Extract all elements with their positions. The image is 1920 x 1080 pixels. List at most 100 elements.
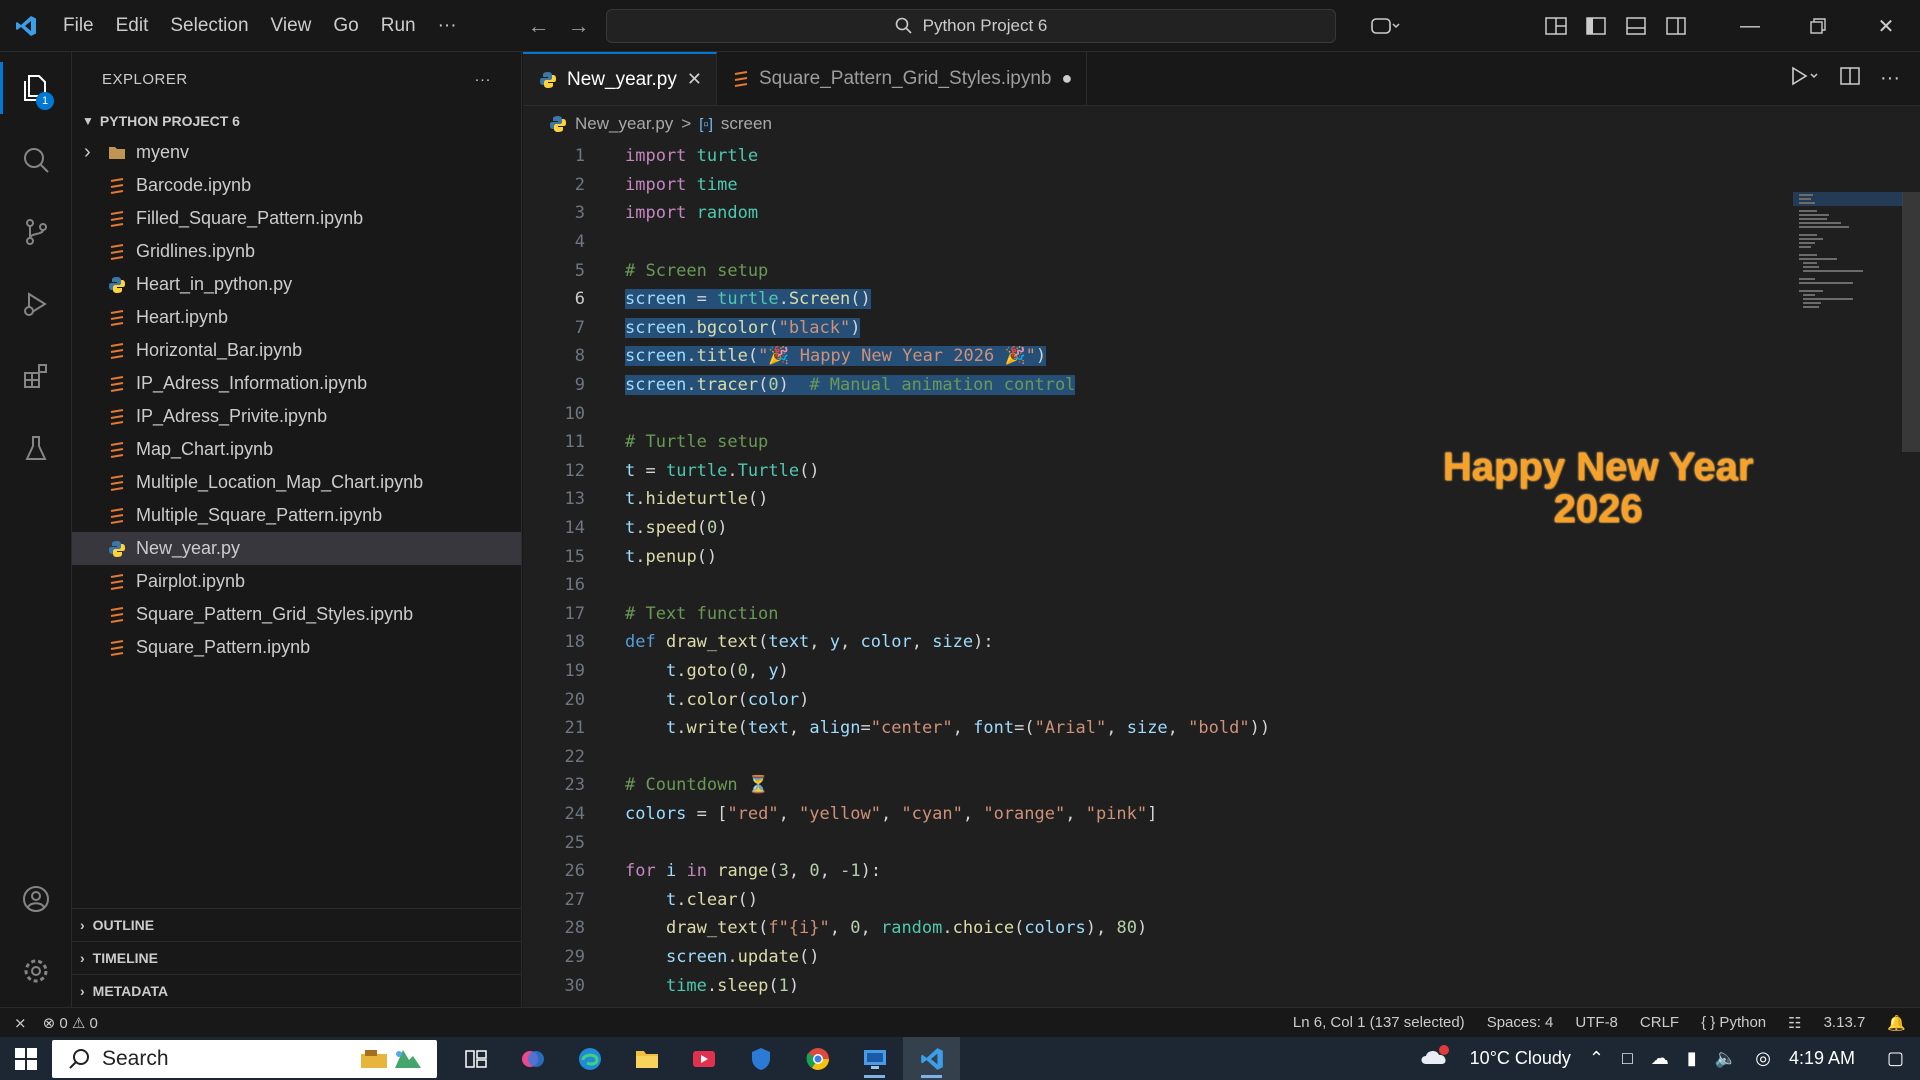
tree-file[interactable]: Filled_Square_Pattern.ipynb [72,202,521,235]
menu-go[interactable]: Go [322,15,369,37]
clock-time[interactable]: 4:19 AM [1789,1048,1855,1069]
code-token: . [635,546,646,567]
explorer-more-button[interactable]: ··· [475,71,492,88]
python-version[interactable]: 3.13.7 [1824,1014,1866,1031]
chevron-up-icon[interactable]: ⌃ [1589,1048,1604,1069]
network-icon[interactable]: ◎ [1755,1048,1771,1069]
code-editor[interactable]: 1 import turtle 2 import time 3 import random… [523,142,1893,1000]
menu-more[interactable]: ··· [427,15,468,37]
battery-icon[interactable]: ▮ [1687,1048,1697,1069]
start-button[interactable] [0,1037,52,1080]
code-token: "yellow" [799,803,881,824]
timeline-section[interactable]: › TIMELINE [72,941,521,974]
code-line: 17 # Text function [523,600,1893,629]
code-token: # Countdown ⏳ [625,775,769,796]
toggle-sidebar-icon[interactable] [1576,17,1616,35]
tree-file[interactable]: Multiple_Square_Pattern.ipynb [72,499,521,532]
close-icon[interactable]: ✕ [687,69,702,90]
toggle-panel-icon[interactable] [1616,17,1656,35]
copilot-app-icon[interactable] [504,1037,561,1080]
breadcrumb-file[interactable]: New_year.py [575,114,673,134]
menu-edit[interactable]: Edit [105,15,160,37]
menu-view[interactable]: View [260,15,323,37]
manage-activity[interactable] [0,935,72,1007]
weather-text[interactable]: 10°C Cloudy [1470,1048,1571,1069]
forward-arrow-icon[interactable]: → [568,13,590,39]
remote-indicator[interactable]: ⨯ [14,1014,27,1032]
run-debug-activity[interactable] [0,268,72,340]
tree-file[interactable]: IP_Adress_Information.ipynb [72,367,521,400]
menu-file[interactable]: File [52,15,105,37]
source-control-activity[interactable] [0,196,72,268]
python-environment-icon[interactable]: ☷ [1788,1014,1801,1032]
tree-file[interactable]: IP_Adress_Privite.ipynb [72,400,521,433]
code-token: import [625,203,687,224]
run-python-file-icon[interactable] [1790,66,1820,91]
breadcrumb-symbol[interactable]: screen [721,114,772,134]
restore-button[interactable] [1784,0,1852,52]
close-window-button[interactable]: ✕ [1852,0,1920,52]
tree-file[interactable]: New_year.py [72,532,521,565]
project-folder-header[interactable]: ▼ PYTHON PROJECT 6 [72,106,521,136]
command-center-search[interactable]: Python Project 6 [606,9,1336,43]
code-token: , [880,803,902,824]
outline-section[interactable]: › OUTLINE [72,908,521,941]
tab-new-year-py[interactable]: New_year.py ✕ [523,52,717,105]
minimap[interactable] [1793,192,1903,332]
encoding[interactable]: UTF-8 [1575,1014,1618,1031]
metadata-section[interactable]: › METADATA [72,974,521,1007]
end-of-line[interactable]: CRLF [1640,1014,1679,1031]
accounts-activity[interactable] [0,863,72,935]
tree-file[interactable]: Square_Pattern.ipynb [72,631,521,664]
tree-file[interactable]: Map_Chart.ipynb [72,433,521,466]
notification-center-icon[interactable]: ▢ [1887,1048,1904,1069]
vscode-taskbar-icon[interactable] [903,1037,960,1080]
explorer-activity[interactable]: 1 [0,52,72,124]
code-token: . [686,346,697,367]
testing-activity[interactable] [0,412,72,484]
language-mode[interactable]: { } Python [1701,1014,1766,1031]
indentation[interactable]: Spaces: 4 [1487,1014,1554,1031]
menu-selection[interactable]: Selection [159,15,259,37]
back-arrow-icon[interactable]: ← [528,13,550,39]
more-actions-icon[interactable]: ··· [1880,67,1900,90]
weather-cloud-icon[interactable] [1418,1044,1452,1073]
extensions-activity[interactable] [0,340,72,412]
toggle-secondary-sidebar-icon[interactable] [1656,17,1696,35]
menu-run[interactable]: Run [370,15,427,37]
onedrive-cloud-icon[interactable]: ☁ [1651,1048,1669,1069]
minimize-button[interactable]: — [1716,0,1784,52]
tree-file[interactable]: Heart.ipynb [72,301,521,334]
file-explorer-icon[interactable] [618,1037,675,1080]
tree-file[interactable]: Barcode.ipynb [72,169,521,202]
tree-file[interactable]: Square_Pattern_Grid_Styles.ipynb [72,598,521,631]
task-view-icon[interactable] [447,1037,504,1080]
customize-layout-icon[interactable] [1536,17,1576,35]
media-player-icon[interactable] [675,1037,732,1080]
code-text: t.write(text, align="center", font=("Ari… [625,718,1270,738]
cursor-position[interactable]: Ln 6, Col 1 (137 selected) [1293,1014,1465,1031]
split-editor-icon[interactable] [1840,67,1860,90]
copilot-icon[interactable] [1356,16,1416,36]
taskbar-search[interactable]: Search [52,1039,437,1078]
search-activity[interactable] [0,124,72,196]
tree-folder[interactable]: › myenv [72,136,521,169]
edge-browser-icon[interactable] [561,1037,618,1080]
tree-file[interactable]: Gridlines.ipynb [72,235,521,268]
notifications-bell-icon[interactable]: 🔔 [1887,1014,1906,1032]
chrome-browser-icon[interactable] [789,1037,846,1080]
tree-file[interactable]: Heart_in_python.py [72,268,521,301]
remote-desktop-icon[interactable] [846,1037,903,1080]
tree-file[interactable]: Multiple_Location_Map_Chart.ipynb [72,466,521,499]
problems-indicator[interactable]: ⊗ 0 ⚠ 0 [43,1014,98,1032]
volume-icon[interactable]: 🔈 [1715,1048,1737,1069]
tray-app-icon[interactable]: □ [1622,1048,1633,1069]
vertical-scrollbar[interactable] [1902,192,1920,452]
tab-square-pattern-grid-styles[interactable]: Square_Pattern_Grid_Styles.ipynb ● [717,52,1088,105]
unsaved-dot-icon[interactable]: ● [1062,68,1073,89]
python-file-icon [108,276,126,294]
defender-shield-icon[interactable] [732,1037,789,1080]
tree-file[interactable]: Horizontal_Bar.ipynb [72,334,521,367]
tree-file[interactable]: Pairplot.ipynb [72,565,521,598]
vscode-logo-icon[interactable] [0,0,52,52]
